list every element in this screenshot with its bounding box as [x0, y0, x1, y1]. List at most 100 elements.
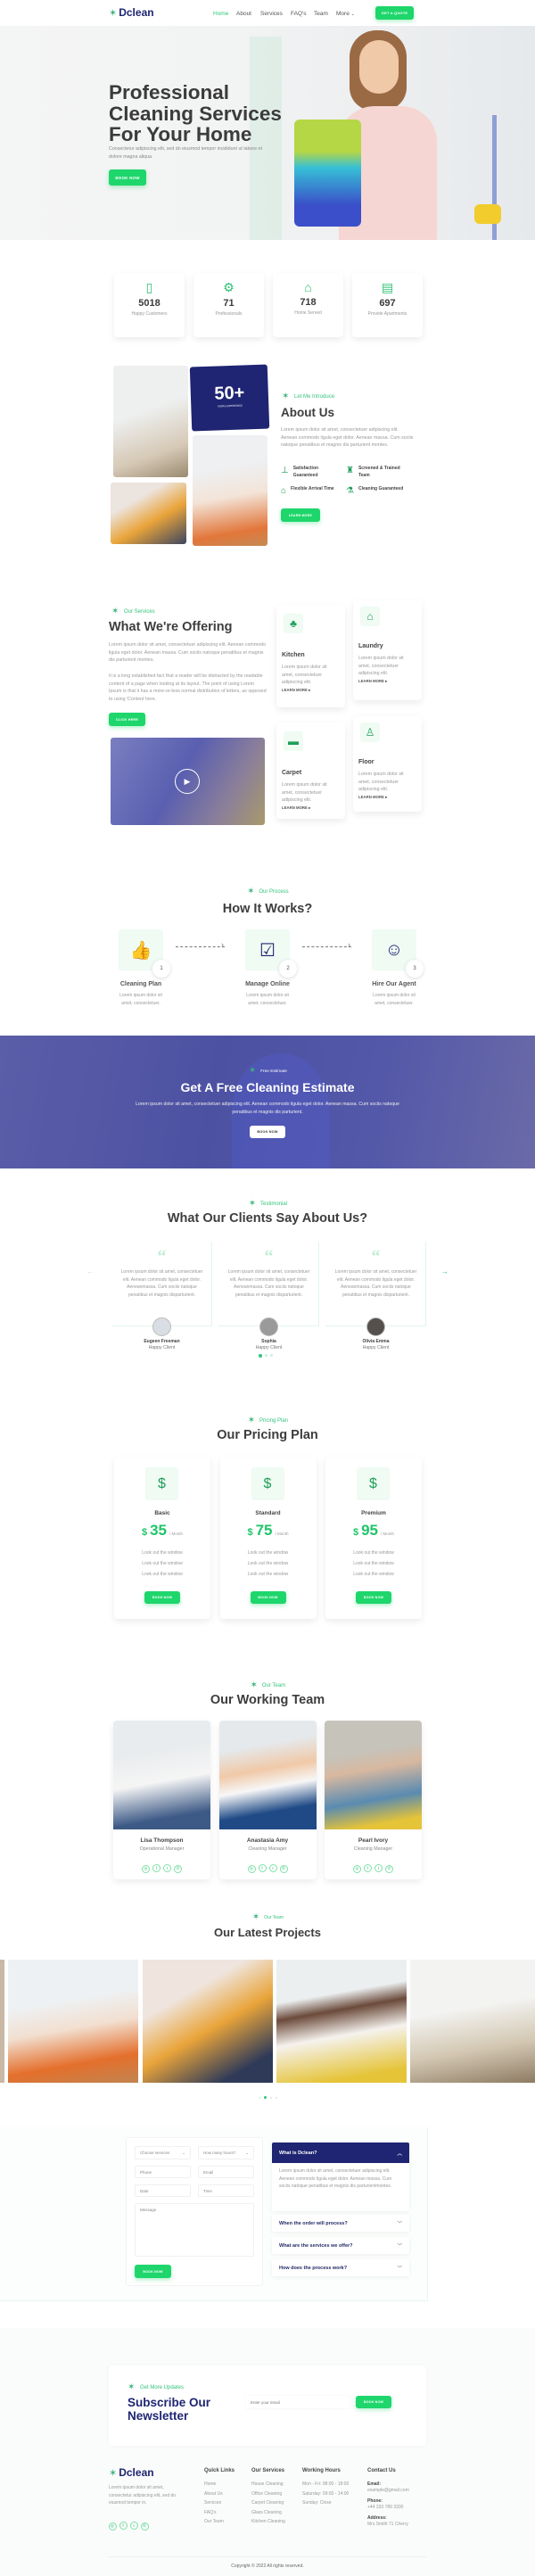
date-input[interactable]: Date: [135, 2184, 191, 2197]
instagram-icon[interactable]: ◎: [247, 1864, 256, 1873]
carousel-dot[interactable]: [265, 1354, 268, 1357]
contact-phone[interactable]: +44 333 789 3330: [367, 2505, 409, 2515]
member-role: Operational Manager: [139, 1846, 185, 1852]
project-image[interactable]: [143, 1960, 273, 2083]
carousel-dot-active[interactable]: [264, 2096, 267, 2099]
services-video[interactable]: ▶: [111, 738, 265, 825]
instagram-icon[interactable]: ◎: [353, 1864, 361, 1873]
hours-select[interactable]: How many hours? ⌄: [198, 2146, 254, 2159]
learn-more-link[interactable]: LEARN MORE ▸: [282, 688, 310, 693]
booking-submit-button[interactable]: BOOK NOW: [135, 2265, 171, 2278]
whatsapp-icon[interactable]: ✆: [174, 1864, 182, 1873]
project-image[interactable]: [0, 1960, 4, 2083]
plan-book-now-button[interactable]: BOOK NOW: [250, 1591, 286, 1604]
time-input[interactable]: Time: [198, 2184, 254, 2197]
nav-faqs[interactable]: FAQ's: [291, 11, 307, 17]
whatsapp-icon[interactable]: ✆: [385, 1864, 393, 1873]
project-image[interactable]: [276, 1960, 407, 2083]
learn-more-link[interactable]: LEARN MORE ▸: [282, 805, 310, 811]
newsletter-submit-button[interactable]: BOOK NOW: [356, 2396, 391, 2408]
contact-email[interactable]: example@gmail.com: [367, 2488, 409, 2498]
about-learn-more-button[interactable]: LEARN MORE: [281, 508, 320, 522]
plan-book-now-button[interactable]: BOOK NOW: [144, 1591, 180, 1604]
facebook-icon[interactable]: f: [258, 1864, 267, 1872]
footer-link[interactable]: Kitchen Cleaning: [251, 2519, 285, 2529]
newsletter-tagline: ✶ Get More Updates: [128, 2383, 184, 2392]
nav-more[interactable]: More ⌄: [336, 11, 355, 17]
faq-open[interactable]: What is Dclean? ︿ Lorem ipsum dolor sit a…: [272, 2143, 409, 2211]
sparkle-icon: ✶: [247, 887, 255, 896]
nav-about[interactable]: About: [236, 11, 251, 17]
get-quote-button[interactable]: GET A QUOTE: [375, 6, 414, 20]
learn-more-label: LEARN MORE: [358, 679, 384, 683]
footer-divider: [109, 2556, 426, 2557]
instagram-icon[interactable]: ◎: [108, 2522, 117, 2531]
sparkle-icon: ✶: [111, 607, 119, 616]
faq-open-header[interactable]: What is Dclean? ︿: [272, 2143, 409, 2163]
carousel-dot[interactable]: [270, 1354, 273, 1357]
facebook-icon[interactable]: f: [364, 1864, 372, 1872]
whatsapp-icon[interactable]: ✆: [140, 2522, 149, 2531]
message-textarea[interactable]: Message: [135, 2203, 254, 2257]
vacuum-icon: ♙: [360, 722, 380, 742]
carousel-dot-active[interactable]: [259, 1354, 262, 1358]
next-arrow-icon[interactable]: →: [441, 1267, 449, 1276]
prev-arrow-icon[interactable]: ←: [86, 1267, 94, 1276]
plan-book-now-button[interactable]: BOOK NOW: [356, 1591, 391, 1604]
carousel-dot[interactable]: [270, 2096, 272, 2099]
play-button[interactable]: ▶: [175, 769, 200, 794]
project-image[interactable]: [410, 1960, 535, 2083]
estimate-book-now-button[interactable]: BOOK NOW: [250, 1126, 285, 1138]
footer-logo[interactable]: ✶ Dclean: [109, 2466, 154, 2479]
faq-item[interactable]: When the order will process? ﹀: [272, 2215, 409, 2232]
learn-more-link[interactable]: LEARN MORE ▸: [358, 795, 387, 800]
whatsapp-icon[interactable]: ✆: [279, 1864, 288, 1873]
stat-card: ▤ 697 Provide Apartments: [352, 273, 423, 337]
learn-more-link[interactable]: LEARN MORE ▸: [358, 679, 387, 684]
projects-title: Our Latest Projects: [214, 1926, 321, 1939]
nav-more-label: More: [336, 11, 350, 17]
footer-link[interactable]: Our Team: [204, 2519, 235, 2529]
title-line: Newsletter: [128, 2409, 189, 2423]
carousel-dot[interactable]: [276, 2096, 277, 2099]
footer-link[interactable]: About Us: [204, 2491, 235, 2501]
footer-link[interactable]: Carpet Cleaning: [251, 2500, 285, 2510]
estimate-tagline: ✶ Free Estimate: [0, 1067, 535, 1076]
newsletter-email-input[interactable]: [245, 2396, 350, 2408]
carousel-dot[interactable]: [259, 2096, 260, 2099]
twitter-icon[interactable]: t: [374, 1864, 383, 1872]
footer-link[interactable]: FAQ's: [204, 2510, 235, 2520]
nav-team[interactable]: Team: [314, 11, 328, 17]
instagram-icon[interactable]: ◎: [142, 1864, 150, 1873]
logo[interactable]: ✶ Dclean: [109, 6, 154, 19]
faq-item[interactable]: How does the process work? ﹀: [272, 2259, 409, 2276]
projects-tagline: ✶ Our Team: [0, 1913, 535, 1922]
facebook-icon[interactable]: f: [119, 2522, 128, 2530]
member-name: Lisa Thompson: [140, 1837, 184, 1844]
nav-home[interactable]: Home: [213, 11, 228, 17]
nav-services[interactable]: Services: [260, 11, 283, 17]
sparkle-icon: ✶: [282, 392, 290, 401]
footer-link[interactable]: House Cleaning: [251, 2481, 285, 2491]
twitter-icon[interactable]: t: [129, 2522, 138, 2530]
footer-link[interactable]: Home: [204, 2481, 235, 2491]
play-icon: ▶: [184, 776, 191, 786]
step-title: Hire Our Agent: [372, 981, 416, 987]
service-card: ♙ Floor Lorem ipsum dolor sit amet, consec…: [353, 716, 422, 812]
faq-item[interactable]: What are the services we offer? ﹀: [272, 2237, 409, 2254]
footer-link[interactable]: Services: [204, 2500, 235, 2510]
project-image[interactable]: [8, 1960, 138, 2083]
click-here-button[interactable]: CLICK HERE: [109, 713, 145, 726]
footer-link[interactable]: Glass Cleaning: [251, 2510, 285, 2520]
contact-label: Phone:: [367, 2498, 383, 2504]
email-input[interactable]: Email: [198, 2166, 254, 2178]
footer-link[interactable]: Office Cleaning: [251, 2491, 285, 2501]
twitter-icon[interactable]: t: [163, 1864, 171, 1872]
phone-input[interactable]: Phone: [135, 2166, 191, 2178]
facebook-icon[interactable]: f: [152, 1864, 160, 1872]
hand-coin-icon: $: [145, 1467, 178, 1500]
twitter-icon[interactable]: t: [268, 1864, 277, 1872]
hero-book-now-button[interactable]: BOOK NOW: [109, 169, 146, 186]
client-name: Olivia Emma: [362, 1339, 390, 1344]
service-select[interactable]: Choose services ⌄: [135, 2146, 191, 2159]
